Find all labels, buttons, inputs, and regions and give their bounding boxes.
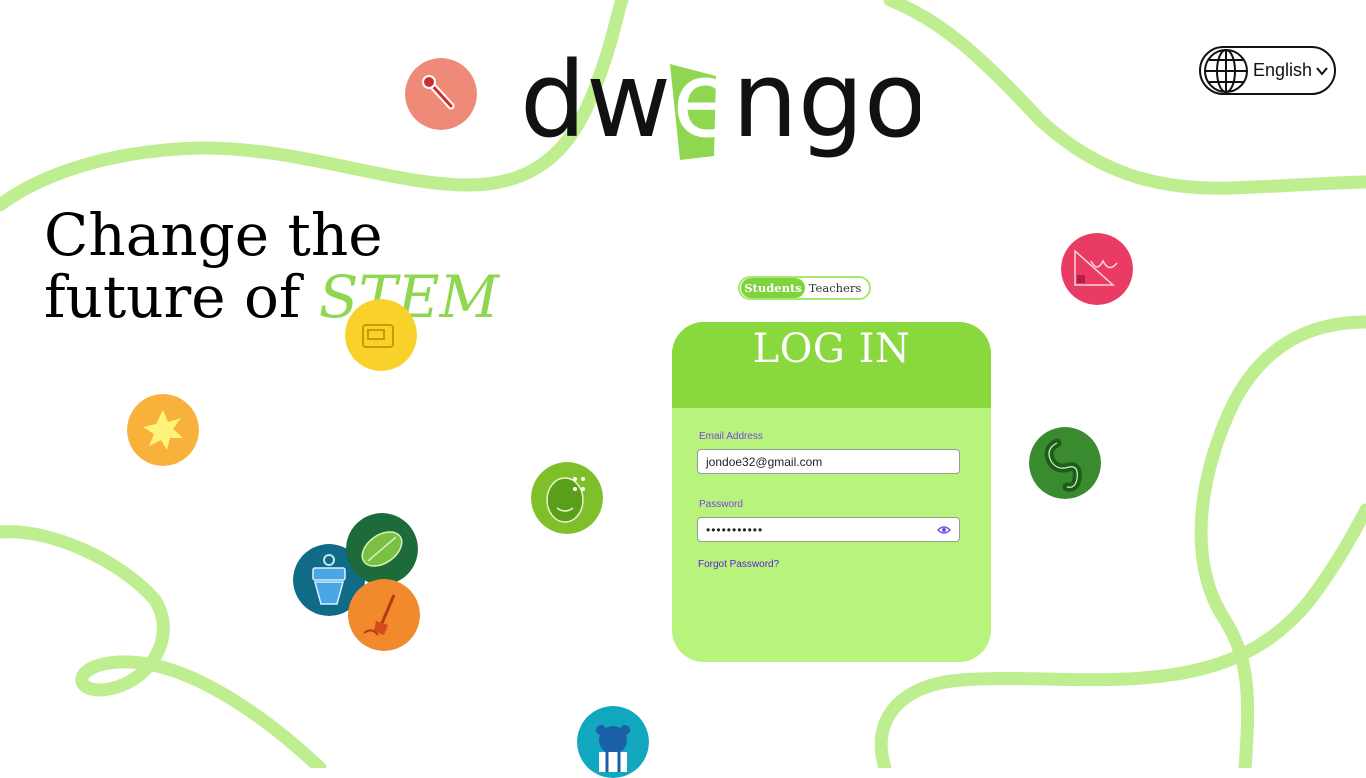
tagline-line-2-prefix: future of: [44, 263, 319, 331]
robot-bear-icon: [577, 706, 649, 778]
login-title: LOG IN: [752, 326, 911, 372]
role-toggle: Students Teachers: [738, 276, 871, 300]
brain-face-icon: [531, 462, 603, 534]
logo-text-left: dw: [520, 48, 671, 161]
tab-teachers[interactable]: Teachers: [805, 278, 865, 298]
password-field[interactable]: •••••••••••: [697, 517, 960, 542]
dwengo-logo: dw e ngo: [520, 48, 920, 161]
email-label: Email Address: [699, 431, 763, 442]
password-value: •••••••••••: [706, 522, 764, 537]
language-selector[interactable]: English: [1199, 46, 1336, 95]
thermometer-icon: [405, 58, 477, 130]
logo-text-right: ngo: [732, 48, 920, 161]
worm-icon: [1029, 427, 1101, 499]
shovel-icon: [348, 579, 420, 651]
globe-icon: [1204, 48, 1248, 93]
email-field[interactable]: jondoe32@gmail.com: [697, 449, 960, 474]
splash-icon: [127, 394, 199, 466]
hero-tagline: Change the future of STEM: [44, 204, 499, 328]
tagline-line-1: Change the: [44, 201, 383, 269]
login-card: LOG IN Email Address jondoe32@gmail.com …: [672, 322, 991, 662]
tagline-line-2: future of STEM: [44, 266, 499, 328]
seed-icon: [346, 513, 418, 585]
chevron-down-icon: [1316, 66, 1328, 76]
email-value: jondoe32@gmail.com: [706, 454, 823, 469]
logo-text-e: e: [672, 48, 736, 161]
graph-triangle-icon: [1061, 233, 1133, 305]
password-label: Password: [699, 499, 743, 510]
forgot-password-link[interactable]: Forgot Password?: [698, 559, 779, 570]
calculator-icon: [345, 299, 417, 371]
tab-students[interactable]: Students: [741, 278, 805, 298]
language-label: English: [1253, 60, 1313, 80]
login-card-header: LOG IN: [672, 322, 991, 408]
eye-icon[interactable]: [937, 523, 951, 537]
